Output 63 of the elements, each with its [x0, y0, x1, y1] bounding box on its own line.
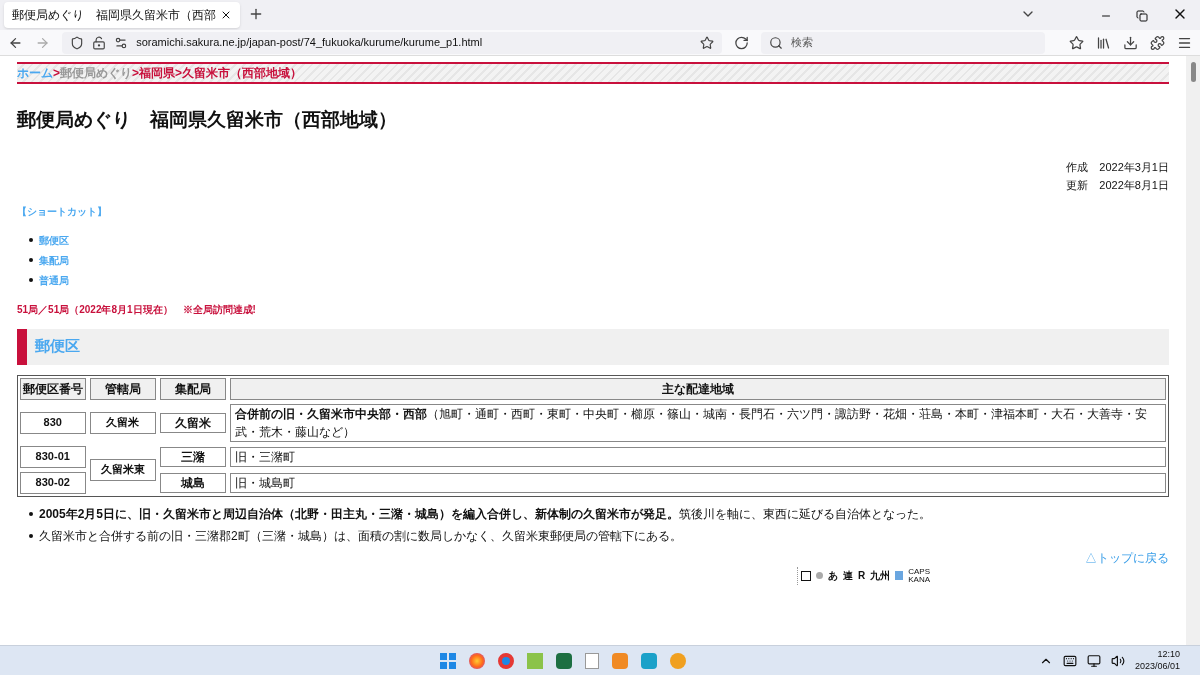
table-cell: 830: [20, 411, 86, 434]
scroll-thumb[interactable]: [1190, 62, 1196, 82]
search-field[interactable]: 検索: [761, 31, 1045, 54]
table-cell: 830-02: [20, 471, 86, 494]
ime-button[interactable]: R: [858, 568, 866, 583]
note-text: 2005年2月5日に、旧・久留米市と周辺自治体（北野・田主丸・三潴・城島）を編入合併し、新体制の久留米市が発足。筑後川を軸に、東西に延びる自治体となった。: [39, 505, 932, 523]
date-text: 作成 2022年3月1日: [1066, 159, 1169, 175]
table-cell: 三潴: [159, 446, 226, 467]
reload-icon[interactable]: [734, 34, 750, 51]
bullet-icon: [29, 258, 33, 262]
ime-button[interactable]: 九州: [870, 568, 891, 583]
table-cell: 830-01: [20, 445, 86, 468]
close-icon[interactable]: [220, 9, 232, 21]
page-title: 郵便局めぐり 福岡県久留米市（西部地域）: [17, 108, 398, 132]
new-tab-icon[interactable]: [248, 6, 264, 22]
bookmark-star-icon[interactable]: [700, 35, 715, 50]
lock-icon[interactable]: [92, 35, 107, 50]
scrollbar[interactable]: [1186, 56, 1200, 645]
clock-date[interactable]: 2023/06/01: [1134, 660, 1180, 672]
table-cell: 久留米: [159, 412, 226, 433]
progress-text: 51局／51局（2022年8月1日現在） ※全局訪問達成!: [17, 302, 256, 317]
breadcrumb-link[interactable]: 福岡県: [139, 64, 176, 82]
ime-status-text: CAPS: [908, 567, 931, 576]
table-cell: 合併前の旧・久留米市中央部・西部（旭町・通町・西町・東町・中央町・櫛原・篠山・城南・長門石・六ツ門・諏訪野・花畑・荘島・本町・津福本町・大石・大善寺・安武・荒木・藤山など）: [229, 403, 1166, 442]
breadcrumb-separator: >: [53, 65, 60, 82]
table-cell: 久留米: [89, 411, 156, 434]
column-header: 主な配達地域: [229, 377, 1166, 400]
clock-time[interactable]: 12:10: [1157, 649, 1180, 661]
breadcrumb-link[interactable]: 久留米市（西部地域）: [182, 64, 303, 82]
bullet-icon: [29, 511, 33, 516]
permissions-icon[interactable]: [114, 35, 129, 50]
table-cell: 旧・城島町: [229, 472, 1166, 493]
star-icon[interactable]: [1068, 34, 1084, 51]
browser-app-icon[interactable]: [469, 652, 486, 669]
address-bar[interactable]: soramichi.sakura.ne.jp/japan-post/74_fukuoka/kurume/kurume_p1.html: [62, 31, 723, 54]
breadcrumb-separator: >: [175, 65, 183, 82]
volume-icon[interactable]: [1110, 653, 1125, 668]
column-header: 管轄局: [89, 377, 156, 400]
ime-button[interactable]: 連: [843, 568, 853, 583]
bullet-icon: [29, 238, 33, 242]
keyboard-icon[interactable]: [1062, 653, 1077, 668]
table-cell: 旧・三潴町: [229, 446, 1166, 467]
start-icon[interactable]: [440, 652, 457, 669]
restore-icon[interactable]: [1136, 10, 1148, 22]
column-header: 郵便区番号: [20, 377, 86, 400]
breadcrumb-separator: >: [132, 65, 140, 82]
library-icon[interactable]: [1095, 34, 1111, 51]
search-icon: [769, 35, 784, 50]
date-text: 更新 2022年8月1日: [1066, 178, 1169, 193]
ime-button[interactable]: あ: [828, 568, 838, 583]
bullet-icon: [29, 278, 33, 282]
bullet-icon: [29, 533, 33, 538]
shield-icon[interactable]: [70, 35, 85, 50]
shortcut-label: 【ショートカット】: [17, 204, 107, 219]
table-cell: 久留米東: [89, 458, 156, 481]
section-title: 郵便区: [35, 336, 80, 357]
table-cell: 城島: [159, 472, 226, 493]
column-header: 集配局: [159, 377, 226, 400]
ime-status-text: KANA: [908, 575, 931, 584]
browser-tab[interactable]: 郵便局めぐり 福岡県久留米市（西部: [4, 2, 240, 28]
puzzle-icon[interactable]: [1149, 34, 1165, 51]
download-icon[interactable]: [1122, 34, 1138, 51]
note-text: 久留米市と合併する前の旧・三潴郡2町（三潴・城島）は、面積の割に数局しかなく、久留米東郵便局の管轄下にある。: [39, 527, 682, 545]
